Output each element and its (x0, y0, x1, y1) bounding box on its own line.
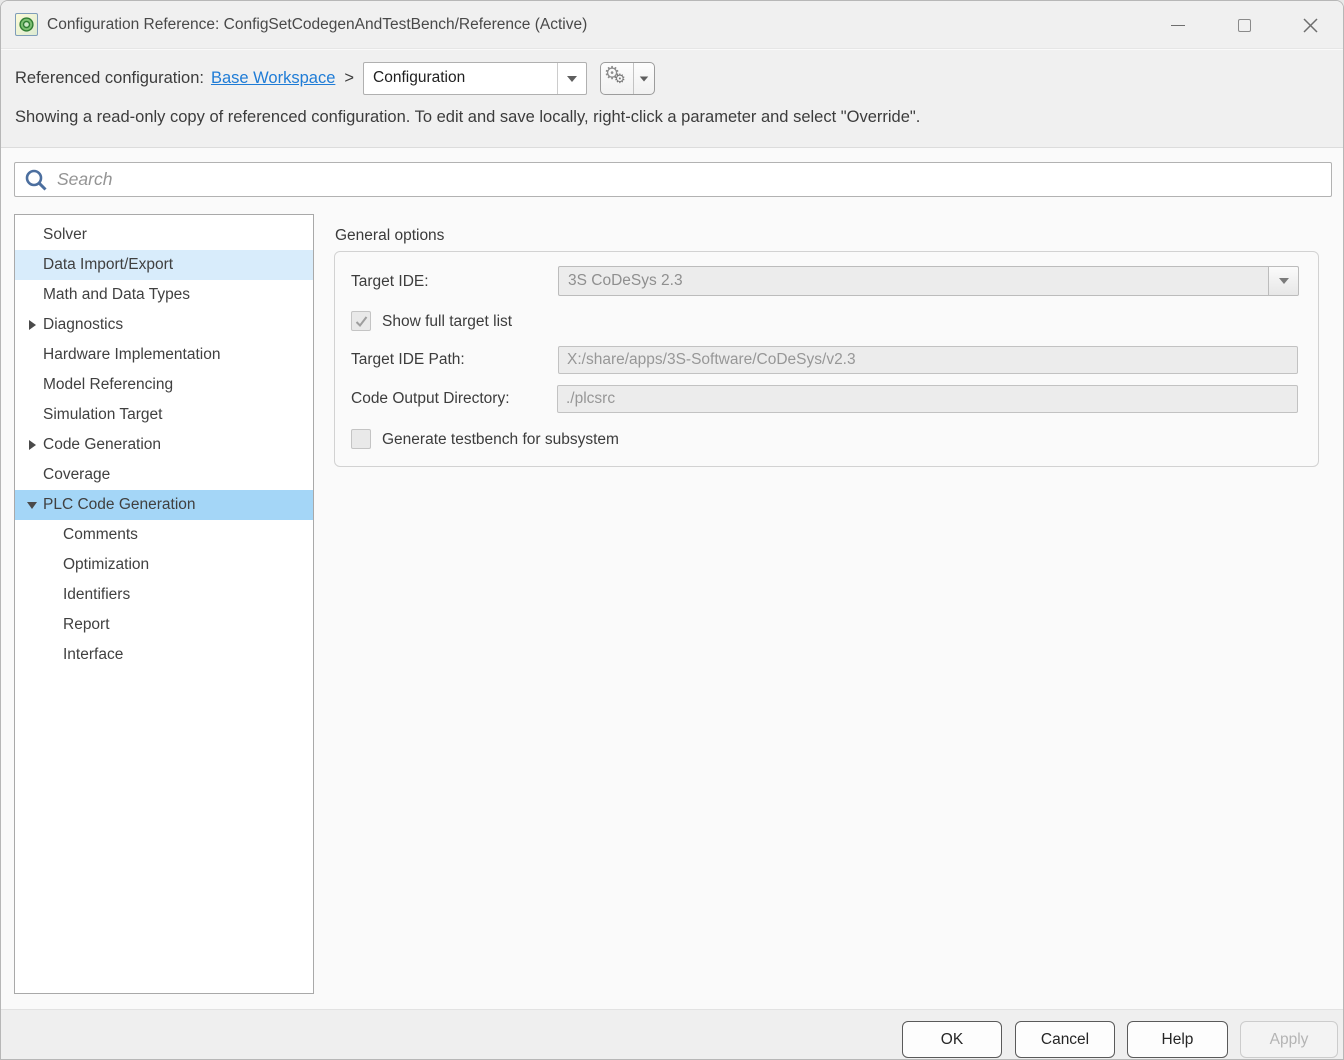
sidebar-item-comments[interactable]: Comments (15, 520, 313, 550)
sidebar-item-label: Solver (43, 226, 87, 244)
sidebar-item-label: Interface (63, 646, 123, 664)
configuration-actions-button[interactable]: ⚙ ⚙ (600, 62, 655, 95)
close-icon (1303, 18, 1318, 33)
show-full-target-list-checkbox[interactable] (351, 311, 371, 331)
tree-expanded-arrow-icon[interactable] (24, 502, 40, 509)
help-button[interactable]: Help (1127, 1021, 1228, 1058)
sidebar-item-simulation-target[interactable]: Simulation Target (15, 400, 313, 430)
sidebar-item-optimization[interactable]: Optimization (15, 550, 313, 580)
cancel-button[interactable]: Cancel (1015, 1021, 1115, 1058)
target-ide-path-field[interactable]: X:/share/apps/3S-Software/CoDeSys/v2.3 (558, 346, 1298, 374)
sidebar-item-model-referencing[interactable]: Model Referencing (15, 370, 313, 400)
configuration-select[interactable]: Configuration (363, 62, 587, 95)
configuration-select-value: Configuration (364, 63, 557, 94)
target-ide-path-label: Target IDE Path: (351, 351, 465, 369)
sidebar-item-identifiers[interactable]: Identifiers (15, 580, 313, 610)
readonly-info-text: Showing a read-only copy of referenced c… (15, 108, 920, 127)
target-ide-label: Target IDE: (351, 273, 429, 291)
search-input[interactable] (48, 163, 1331, 196)
sidebar-item-solver[interactable]: Solver (15, 220, 313, 250)
breadcrumb-separator: > (344, 69, 354, 88)
gear-icon[interactable]: ⚙ ⚙ (601, 63, 634, 94)
sidebar-item-label: Code Generation (43, 436, 161, 454)
sidebar-item-interface[interactable]: Interface (15, 640, 313, 670)
simulink-config-icon (15, 13, 38, 36)
sidebar-item-label: PLC Code Generation (43, 496, 196, 514)
chevron-down-icon (1279, 278, 1289, 284)
chevron-down-icon (567, 76, 577, 82)
configuration-select-arrow[interactable] (557, 63, 586, 94)
sidebar-item-label: Comments (63, 526, 138, 544)
sidebar-item-label: Report (63, 616, 110, 634)
maximize-icon (1238, 19, 1251, 32)
sidebar-item-code-generation[interactable]: Code Generation (15, 430, 313, 460)
apply-button: Apply (1240, 1021, 1338, 1058)
configuration-actions-menu-arrow[interactable] (634, 63, 654, 94)
window-title: Configuration Reference: ConfigSetCodege… (47, 16, 587, 34)
target-ide-value: 3S CoDeSys 2.3 (559, 267, 1268, 295)
sidebar-item-label: Data Import/Export (43, 256, 173, 274)
configuration-category-tree: Solver Data Import/Export Math and Data Ty… (14, 214, 314, 994)
sidebar-item-label: Model Referencing (43, 376, 173, 394)
search-box[interactable] (14, 162, 1332, 197)
sidebar-item-coverage[interactable]: Coverage (15, 460, 313, 490)
sidebar-item-math-and-data-types[interactable]: Math and Data Types (15, 280, 313, 310)
sidebar-item-label: Identifiers (63, 586, 130, 604)
reference-header: Referenced configuration: Base Workspace… (1, 50, 1343, 148)
minimize-icon (1171, 25, 1185, 26)
sidebar-item-label: Optimization (63, 556, 149, 574)
title-bar: Configuration Reference: ConfigSetCodege… (1, 1, 1343, 49)
referenced-configuration-label: Referenced configuration: (15, 69, 204, 88)
sidebar-item-plc-code-generation[interactable]: PLC Code Generation (15, 490, 313, 520)
sidebar-item-data-import-export[interactable]: Data Import/Export (15, 250, 313, 280)
minimize-button[interactable] (1145, 1, 1211, 49)
dialog-footer: OK Cancel Help Apply (1, 1009, 1343, 1060)
sidebar-item-diagnostics[interactable]: Diagnostics (15, 310, 313, 340)
close-button[interactable] (1277, 1, 1343, 49)
ok-button[interactable]: OK (902, 1021, 1002, 1058)
maximize-button[interactable] (1211, 1, 1277, 49)
sidebar-item-label: Hardware Implementation (43, 346, 220, 364)
sidebar-item-hardware-implementation[interactable]: Hardware Implementation (15, 340, 313, 370)
sidebar-item-label: Math and Data Types (43, 286, 190, 304)
sidebar-item-label: Coverage (43, 466, 110, 484)
generate-testbench-checkbox[interactable] (351, 429, 371, 449)
code-output-directory-field[interactable]: ./plcsrc (557, 385, 1298, 413)
sidebar-item-label: Diagnostics (43, 316, 123, 334)
code-output-directory-label: Code Output Directory: (351, 390, 510, 408)
generate-testbench-label: Generate testbench for subsystem (382, 431, 619, 449)
sidebar-item-label: Simulation Target (43, 406, 162, 424)
search-icon (24, 168, 48, 192)
sidebar-item-report[interactable]: Report (15, 610, 313, 640)
tree-collapsed-arrow-icon[interactable] (24, 320, 40, 330)
base-workspace-link[interactable]: Base Workspace (211, 69, 335, 88)
chevron-down-icon (640, 76, 649, 81)
tree-collapsed-arrow-icon[interactable] (24, 440, 40, 450)
configuration-reference-dialog: Configuration Reference: ConfigSetCodege… (0, 0, 1344, 1060)
general-options-title: General options (335, 227, 444, 245)
checkmark-icon (354, 314, 369, 329)
target-ide-dropdown-arrow (1268, 267, 1298, 295)
target-ide-dropdown[interactable]: 3S CoDeSys 2.3 (558, 266, 1299, 296)
show-full-target-list-label: Show full target list (382, 313, 512, 331)
